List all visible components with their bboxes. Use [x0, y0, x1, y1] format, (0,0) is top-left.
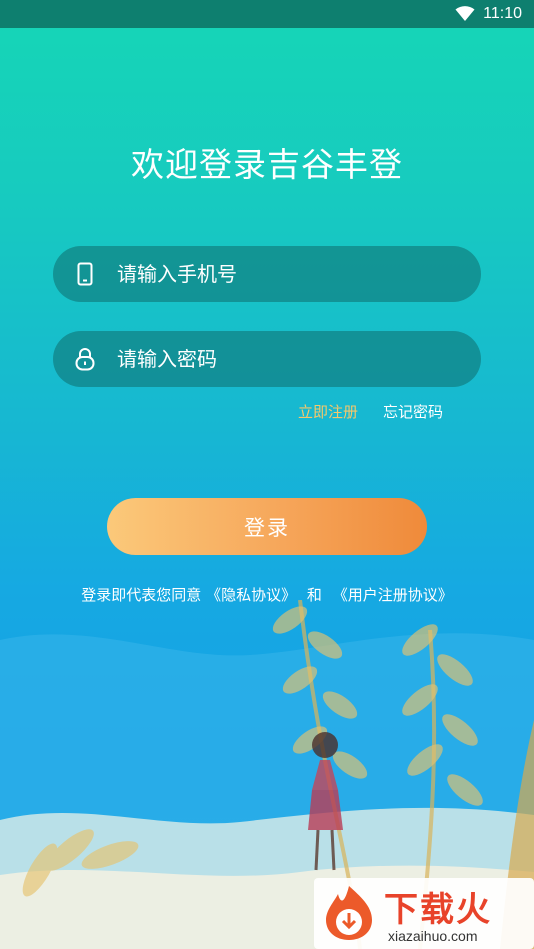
wifi-icon	[455, 6, 475, 21]
status-time: 11:10	[483, 5, 522, 22]
page-title: 欢迎登录吉谷丰登	[131, 145, 403, 184]
phone-icon	[53, 262, 117, 286]
register-link[interactable]: 立即注册	[298, 401, 358, 422]
phone-field[interactable]	[53, 246, 481, 302]
status-bar: 11:10	[0, 0, 534, 28]
watermark: 下载火 xiazaihuo.com	[314, 878, 534, 949]
watermark-brand: 下载火	[384, 890, 492, 930]
password-field[interactable]	[53, 331, 481, 387]
password-input[interactable]	[117, 331, 481, 387]
phone-input[interactable]	[117, 246, 481, 302]
lock-icon	[53, 347, 117, 371]
login-button[interactable]: 登录	[107, 498, 427, 555]
watermark-url: xiazaihuo.com	[388, 928, 478, 944]
forgot-password-link[interactable]: 忘记密码	[383, 401, 443, 422]
download-logo-icon	[326, 886, 372, 940]
